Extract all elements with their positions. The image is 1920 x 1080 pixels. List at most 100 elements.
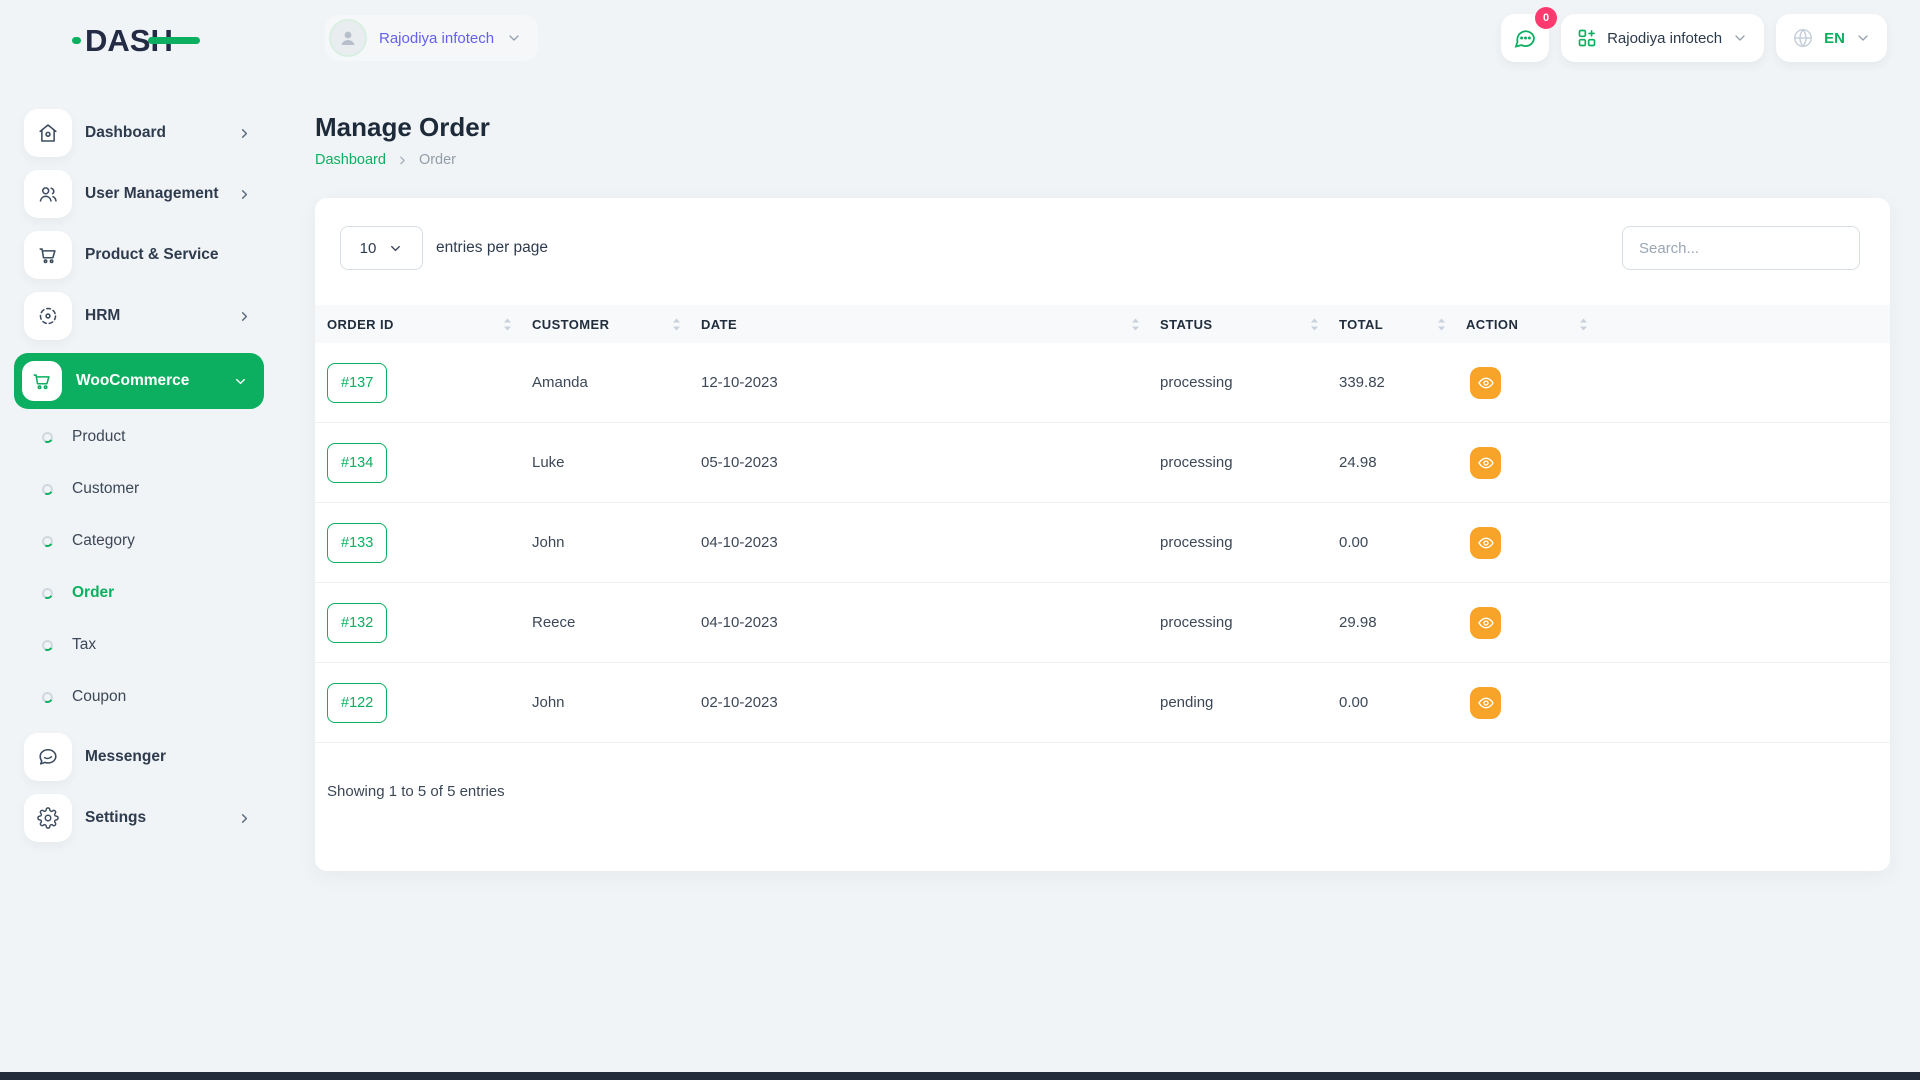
column-header-label: DATE	[701, 317, 737, 332]
chevron-right-icon	[237, 187, 252, 202]
sidebar-item-label: Messenger	[85, 748, 252, 766]
entries-per-page-select[interactable]: 10	[340, 226, 423, 270]
chevron-right-icon	[237, 126, 252, 141]
date-cell: 04-10-2023	[701, 614, 1160, 631]
sidebar-item-messenger[interactable]: Messenger	[24, 733, 252, 781]
breadcrumb-dashboard-link[interactable]: Dashboard	[315, 152, 386, 168]
sidebar-subitem-label: Product	[72, 428, 125, 446]
total-cell: 339.82	[1339, 374, 1466, 391]
orders-table: ORDER ID CUSTOMER DATE STATUS TOTALACTION #1…	[315, 305, 1890, 743]
order-id-cell: #134	[327, 443, 532, 483]
chevron-right-icon	[237, 811, 252, 826]
column-header-customer[interactable]: CUSTOMER	[532, 305, 701, 343]
sidebar-bottom-items: Messenger Settings	[24, 733, 285, 842]
view-order-button[interactable]	[1470, 607, 1501, 639]
column-header-label: ORDER ID	[327, 317, 394, 332]
action-cell	[1466, 527, 1608, 559]
settings-icon	[24, 794, 72, 842]
dash-logo[interactable]: DASH	[72, 20, 212, 60]
sidebar-item-label: Product & Service	[85, 246, 252, 264]
order-id-badge[interactable]: #132	[327, 603, 387, 643]
bottom-strip	[0, 1072, 1920, 1080]
sort-icon	[1131, 318, 1140, 331]
order-id-cell: #132	[327, 603, 532, 643]
status-cell: processing	[1160, 614, 1339, 631]
table-controls: 10 entries per page	[315, 198, 1890, 270]
language-code: EN	[1824, 30, 1845, 47]
chevron-down-icon	[506, 30, 522, 46]
order-id-badge[interactable]: #137	[327, 363, 387, 403]
sidebar-subitem-label: Order	[72, 584, 114, 602]
sidebar-item-label: Dashboard	[85, 124, 224, 142]
table-row: #134Luke05-10-2023processing24.98	[315, 423, 1890, 503]
table-row: #137Amanda12-10-2023processing339.82	[315, 343, 1890, 423]
view-order-button[interactable]	[1470, 527, 1501, 559]
column-header-action[interactable]: ACTION	[1466, 305, 1608, 343]
sidebar-subitem-customer[interactable]: Customer	[24, 463, 285, 515]
view-order-button[interactable]	[1470, 367, 1501, 399]
chevron-down-icon	[233, 374, 248, 389]
sort-icon	[1579, 318, 1588, 331]
column-header-label: STATUS	[1160, 317, 1212, 332]
sort-icon	[1437, 318, 1446, 331]
column-header-order-id[interactable]: ORDER ID	[327, 305, 532, 343]
page-title: Manage Order	[315, 112, 1890, 143]
sidebar-subitem-product[interactable]: Product	[24, 411, 285, 463]
status-cell: processing	[1160, 454, 1339, 471]
column-header-date[interactable]: DATE	[701, 305, 1160, 343]
date-cell: 02-10-2023	[701, 694, 1160, 711]
column-header-status[interactable]: STATUS	[1160, 305, 1339, 343]
view-order-button[interactable]	[1470, 447, 1501, 479]
sidebar-subitem-label: Category	[72, 532, 135, 550]
breadcrumb-current: Order	[419, 152, 456, 168]
sidebar-subitem-coupon[interactable]: Coupon	[24, 671, 285, 723]
order-id-badge[interactable]: #133	[327, 523, 387, 563]
sidebar-item-hrm[interactable]: HRM	[24, 292, 252, 340]
entries-per-page-label: entries per page	[436, 239, 548, 257]
sidebar-top-items: Dashboard User Management Product & Servic…	[24, 109, 285, 340]
sidebar-subitem-label: Tax	[72, 636, 96, 654]
sidebar-item-woocommerce[interactable]: WooCommerce	[14, 353, 264, 409]
column-header-total[interactable]: TOTAL	[1339, 305, 1466, 343]
column-header-label: CUSTOMER	[532, 317, 609, 332]
sidebar-item-label: User Management	[85, 185, 224, 203]
customer-cell: John	[532, 694, 701, 711]
chevron-down-icon	[388, 241, 403, 256]
submenu-bullet-icon	[41, 534, 54, 547]
sidebar-item-settings[interactable]: Settings	[24, 794, 252, 842]
sidebar-subitem-category[interactable]: Category	[24, 515, 285, 567]
order-id-cell: #133	[327, 523, 532, 563]
main-content: Manage Order Dashboard Order 10 entries …	[315, 76, 1890, 871]
table-row: #132Reece04-10-2023processing29.98	[315, 583, 1890, 663]
sidebar-subitem-label: Coupon	[72, 688, 126, 706]
workspace-name: Rajodiya infotech	[379, 30, 494, 47]
header-filler	[1608, 305, 1890, 343]
sidebar-item-product-service[interactable]: Product & Service	[24, 231, 252, 279]
company-dropdown[interactable]: Rajodiya infotech	[1561, 14, 1764, 62]
order-id-badge[interactable]: #134	[327, 443, 387, 483]
order-id-badge[interactable]: #122	[327, 683, 387, 723]
topbar-right-cluster: 0 Rajodiya infotech EN	[1501, 14, 1887, 62]
column-header-label: ACTION	[1466, 317, 1518, 332]
order-id-cell: #137	[327, 363, 532, 403]
logo-dot	[72, 37, 81, 44]
chevron-down-icon	[1732, 30, 1748, 46]
customer-cell: Luke	[532, 454, 701, 471]
person-icon	[336, 26, 360, 50]
globe-icon	[1792, 27, 1814, 49]
workspace-dropdown[interactable]: Rajodiya infotech	[325, 15, 538, 61]
sidebar-subitem-tax[interactable]: Tax	[24, 619, 285, 671]
table-summary: Showing 1 to 5 of 5 entries	[327, 783, 1890, 800]
messages-button[interactable]: 0	[1501, 14, 1549, 62]
language-dropdown[interactable]: EN	[1776, 14, 1887, 62]
view-order-button[interactable]	[1470, 687, 1501, 719]
sidebar-item-dashboard[interactable]: Dashboard	[24, 109, 252, 157]
company-name: Rajodiya infotech	[1607, 30, 1722, 47]
search-input[interactable]	[1622, 226, 1860, 270]
messages-count-badge: 0	[1535, 7, 1557, 29]
home-icon	[24, 109, 72, 157]
sidebar-subitem-order[interactable]: Order	[24, 567, 285, 619]
action-cell	[1466, 447, 1608, 479]
sidebar-item-user-management[interactable]: User Management	[24, 170, 252, 218]
sidebar-item-label: Settings	[85, 809, 224, 827]
